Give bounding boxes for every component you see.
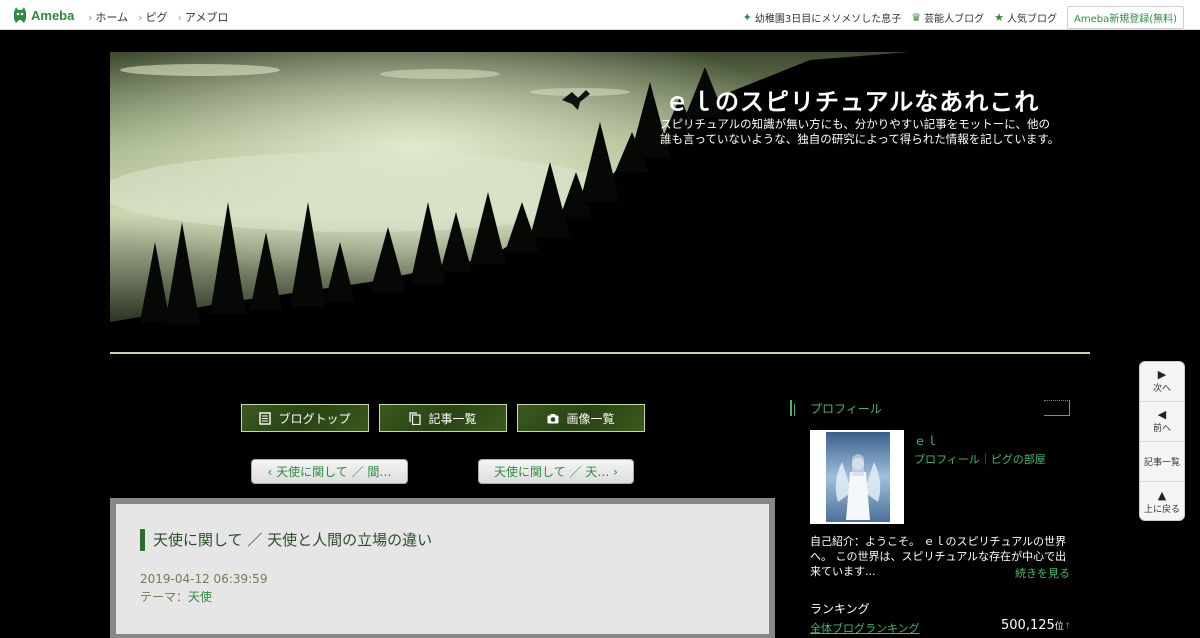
article-title[interactable]: 天使に関して ／ 天使と人間の立場の違い [140, 529, 432, 551]
ranking-unit: 位 [1054, 622, 1064, 632]
blog-title[interactable]: ｅｌのスピリチュアルなあれこれ [665, 82, 1039, 117]
camera-icon [547, 413, 559, 423]
ameba-mascot-icon [14, 7, 26, 23]
theme-link[interactable]: 天使 [188, 590, 212, 604]
star-icon: ★ [994, 11, 1004, 24]
image-list-button[interactable]: 画像一覧 [517, 404, 645, 432]
angel-avatar-image [826, 432, 890, 522]
play-left-icon: ◀ [1157, 408, 1167, 421]
theme-label: テーマ： [140, 590, 189, 604]
logo-text: Ameba [31, 7, 75, 23]
ranking-title: ランキング [810, 602, 870, 616]
nav-home[interactable]: ホーム [88, 9, 128, 25]
article: 天使に関して ／ 天使と人間の立場の違い 2019-04-12 06:39:59… [116, 504, 769, 634]
celebrity-blog-link[interactable]: ♛ 芸能人ブログ [911, 10, 984, 25]
register-button[interactable]: Ameba新規登録(無料) [1066, 6, 1184, 29]
overall-ranking-link[interactable]: 全体ブログランキング [810, 620, 920, 636]
back-to-top-button[interactable]: ▲ 上に戻る [1140, 482, 1184, 520]
blog-header[interactable]: ｅｌのスピリチュアルなあれこれ スピリチュアルの知識が無い方にも、分かりやすい記… [110, 52, 1090, 352]
blog-nav: ブログトップ 記事一覧 画像一覧 [241, 404, 645, 432]
back-to-top-label: 上に戻る [1143, 504, 1180, 515]
profile-heading: プロフィール [790, 398, 1070, 416]
copy-icon [409, 411, 422, 425]
next-page-button[interactable]: ▶ 次へ [1140, 362, 1184, 402]
entry-list-float-label: 記事一覧 [1143, 458, 1180, 468]
header-divider [110, 352, 1090, 354]
next-entry-button[interactable]: 天使に関して ／ 天… › [478, 459, 634, 484]
nav-ameblo[interactable]: アメブロ [177, 9, 228, 25]
heading-bracket-right [1044, 400, 1070, 416]
entry-list-float-button[interactable]: 記事一覧 [1140, 442, 1184, 482]
top-nav: ホーム ピグ アメブロ [88, 9, 228, 25]
profile-avatar[interactable] [810, 430, 904, 524]
blog-top-label: ブログトップ [278, 411, 351, 426]
ranking-trend-icon: ↑ [1063, 622, 1072, 632]
profile-links[interactable]: プロフィール｜ピグの部屋 [914, 451, 1046, 467]
crown-icon: ♛ [911, 11, 922, 24]
image-list-label: 画像一覧 [566, 411, 615, 426]
blog-description: スピリチュアルの知識が無い方にも、分かりやすい記事をモットーに、他の誰も言ってい… [660, 117, 1060, 146]
ranking-value: 500,125位↑ [1001, 618, 1071, 633]
read-more-link[interactable]: 続きを見る [1015, 565, 1070, 581]
profile-name[interactable]: ｅｌ [914, 432, 938, 449]
trending-topic-label: 幼稚園3日目にメソメソした息子 [754, 14, 902, 25]
play-right-icon: ▶ [1157, 368, 1167, 381]
prev-page-label: 前へ [1152, 424, 1171, 434]
article-theme: テーマ：天使 [140, 588, 212, 605]
play-up-icon: ▲ [1157, 488, 1167, 502]
popular-blog-link[interactable]: ★ 人気ブログ [994, 10, 1057, 25]
ameba-logo[interactable]: Ameba [12, 6, 74, 24]
popular-blog-label: 人気ブログ [1006, 14, 1057, 25]
next-page-label: 次へ [1152, 384, 1171, 394]
prev-page-button[interactable]: ◀ 前へ [1140, 402, 1184, 442]
trending-topic-link[interactable]: ✦ 幼稚園3日目にメソメソした息子 [743, 10, 902, 25]
document-icon [259, 411, 272, 425]
top-bar: Ameba ホーム ピグ アメブロ ✦ 幼稚園3日目にメソメソした息子 ♛ 芸能… [0, 0, 1200, 30]
ranking-number: 500,125 [1001, 618, 1055, 633]
heading-bracket-left-inner [794, 404, 797, 416]
nav-pigg[interactable]: ピグ [138, 9, 167, 25]
profile-heading-title: プロフィール [810, 402, 882, 416]
celebrity-blog-label: 芸能人ブログ [924, 14, 985, 25]
article-date: 2019-04-12 06:39:59 [140, 572, 268, 586]
entry-list-button[interactable]: 記事一覧 [379, 404, 507, 432]
top-right-links: ✦ 幼稚園3日目にメソメソした息子 ♛ 芸能人ブログ ★ 人気ブログ Ameba… [743, 6, 1184, 29]
sparkle-icon: ✦ [742, 11, 752, 24]
entry-list-label: 記事一覧 [428, 411, 477, 426]
floating-nav: ▶ 次へ ◀ 前へ 記事一覧 ▲ 上に戻る [1139, 361, 1185, 521]
prev-entry-button[interactable]: ‹ 天使に関して ／ 間… [251, 459, 408, 484]
blog-top-button[interactable]: ブログトップ [241, 404, 369, 432]
